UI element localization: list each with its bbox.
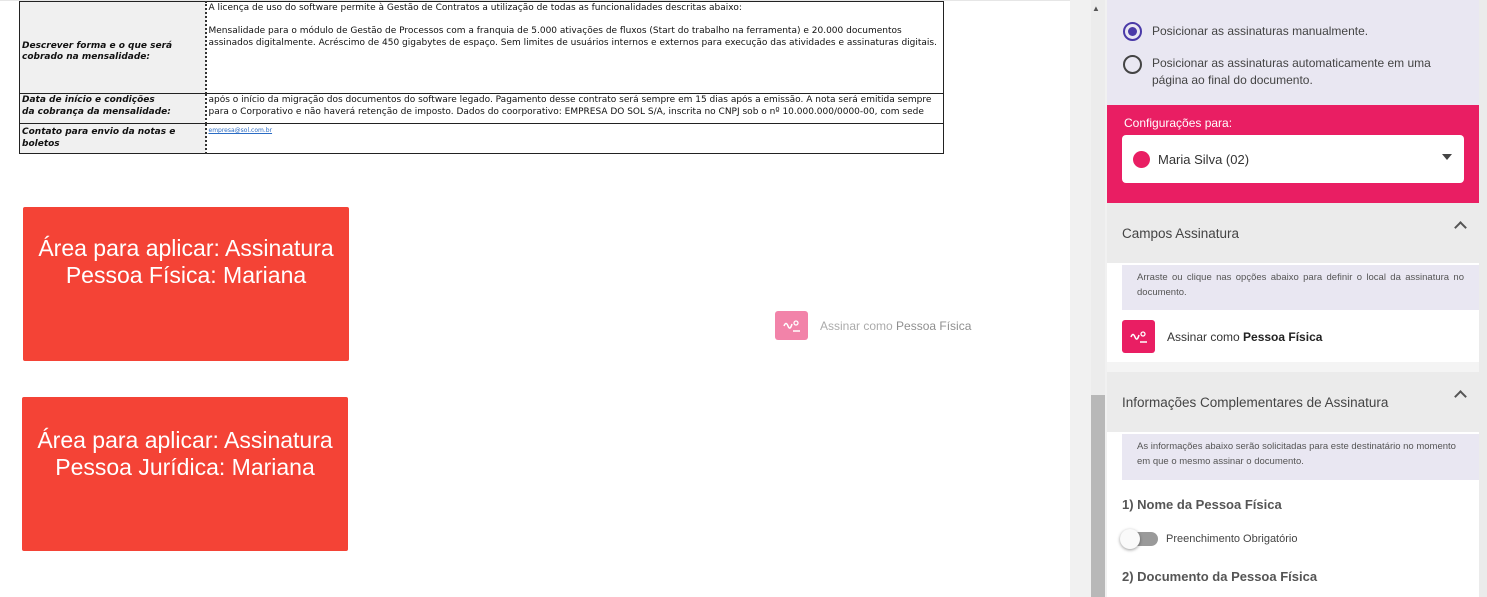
value-line-blank: [209, 15, 942, 27]
area-text: Pessoa Física: Mariana: [65, 262, 307, 288]
sign-as-pessoa-fisica-option[interactable]: Assinar como Pessoa Física: [1122, 320, 1322, 353]
row-value: A licença de uso do software permite à G…: [204, 1, 944, 94]
config-for-section: Configurações para: Maria Silva (02): [1107, 105, 1479, 203]
complementary-info-hint: As informações abaixo serão solicitadas …: [1122, 434, 1479, 480]
value-line: assinados digitalmente. Acréscimo de 450…: [208, 37, 937, 48]
required-toggle[interactable]: [1120, 529, 1158, 549]
row-label: Data de início e condições da cobrança d…: [19, 93, 206, 124]
chevron-up-icon: [1454, 221, 1467, 234]
table-row: Data de início e condições da cobrança d…: [19, 93, 944, 124]
positioning-options: Posicionar as assinaturas manualmente. P…: [1107, 0, 1479, 105]
table-row: Descrever forma e o que será cobrado na …: [19, 1, 944, 94]
label-line: Data de início e condições: [22, 95, 155, 105]
radio-label: Posicionar as assinaturas manualmente.: [1152, 24, 1369, 38]
signature-fields-hint: Arraste ou clique nas opções abaixo para…: [1122, 265, 1479, 310]
row-value: após o início da migração dos documentos…: [204, 93, 944, 124]
row-label: Descrever forma e o que será cobrado na …: [19, 1, 206, 94]
signature-icon: [775, 311, 808, 340]
panel-scrollbar[interactable]: [1479, 0, 1487, 597]
row-label: Contato para envio da notas e boletos: [19, 123, 206, 154]
label-bold: Pessoa Física: [896, 318, 972, 333]
radio-label: Posicionar as assinaturas automaticament…: [1152, 56, 1431, 87]
contract-table: Descrever forma e o que será cobrado na …: [19, 1, 944, 154]
document-viewer[interactable]: Descrever forma e o que será cobrado na …: [0, 0, 1070, 597]
signature-icon: [1122, 320, 1155, 353]
value-line: Mensalidade para o módulo de Gestão de P…: [208, 26, 902, 36]
label-prefix: Assinar como: [1167, 329, 1244, 344]
drag-preview-sign-field[interactable]: Assinar como Pessoa Física: [775, 311, 971, 340]
label-prefix: Assinar como: [820, 318, 897, 333]
signature-settings-panel: Posicionar as assinaturas manualmente. P…: [1107, 0, 1479, 597]
section-divider: [1107, 362, 1479, 372]
radio-unselected-icon: [1123, 55, 1142, 74]
question-title: 2) Documento da Pessoa Física: [1122, 569, 1318, 584]
value-line: para o Corporativo e não haverá retenção…: [208, 106, 924, 117]
config-label: Configurações para:: [1124, 116, 1233, 130]
area-text: Área para aplicar: Assinatura: [38, 235, 334, 261]
drag-preview-label: Assinar como Pessoa Física: [820, 319, 971, 333]
area-text: Área para aplicar: Assinatura: [37, 427, 333, 453]
toggle-label: Preenchimento Obrigatório: [1166, 533, 1298, 545]
contact-email-link[interactable]: empresa@sol.com.br: [209, 127, 273, 134]
scroll-up-arrow-icon[interactable]: ▲: [1092, 4, 1100, 13]
required-toggle-row: Preenchimento Obrigatório: [1120, 529, 1298, 549]
chevron-up-icon: [1454, 390, 1467, 403]
label-line: da cobrança da mensalidade:: [22, 106, 171, 117]
row-value: empresa@sol.com.br: [204, 123, 944, 154]
signer-select[interactable]: Maria Silva (02): [1122, 135, 1464, 183]
signature-area-pessoa-fisica[interactable]: Área para aplicar: Assinatura Pessoa Fís…: [23, 207, 349, 361]
signer-color-dot: [1133, 150, 1150, 168]
caret-down-icon: [1442, 154, 1452, 160]
radio-manual-positioning[interactable]: Posicionar as assinaturas manualmente.: [1123, 22, 1452, 41]
signature-fields-accordion-header[interactable]: Campos Assinatura: [1107, 203, 1479, 263]
accordion-title: Campos Assinatura: [1122, 225, 1240, 241]
sign-option-label: Assinar como Pessoa Física: [1167, 330, 1322, 344]
signer-selected-value: Maria Silva (02): [1158, 151, 1250, 167]
table-row: Contato para envio da notas e boletos em…: [19, 123, 944, 154]
question-title: 1) Nome da Pessoa Física: [1122, 497, 1282, 512]
complementary-info-accordion-header[interactable]: Informações Complementares de Assinatura: [1107, 372, 1479, 432]
radio-selected-icon: [1123, 22, 1142, 41]
value-line: após o início da migração dos documentos…: [208, 95, 932, 105]
scrollbar-thumb[interactable]: [1091, 395, 1105, 597]
value-line: A licença de uso do software permite à G…: [208, 3, 742, 13]
area-text: Pessoa Jurídica: Mariana: [55, 454, 315, 480]
label-bold: Pessoa Física: [1243, 329, 1323, 344]
accordion-title: Informações Complementares de Assinatura: [1122, 394, 1389, 410]
value-clip: após o início da migração dos documentos…: [209, 95, 942, 119]
radio-auto-positioning[interactable]: Posicionar as assinaturas automaticament…: [1123, 55, 1452, 89]
signature-area-pessoa-juridica[interactable]: Área para aplicar: Assinatura Pessoa Jur…: [22, 397, 348, 551]
scrollbar-gutter: ▲: [1070, 0, 1107, 597]
